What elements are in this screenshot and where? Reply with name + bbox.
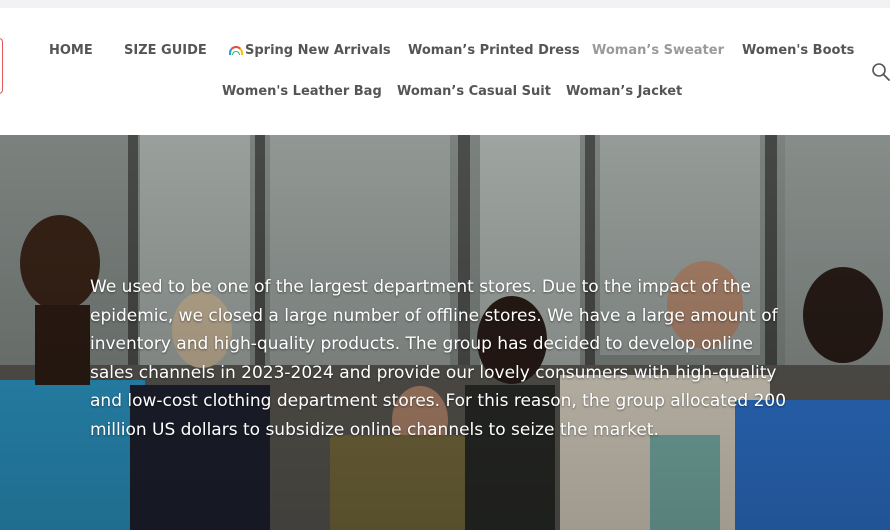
search-icon[interactable] (870, 61, 890, 81)
nav-item-leather-bag[interactable]: Women's Leather Bag (222, 82, 382, 102)
nav-item-home[interactable]: HOME (49, 41, 93, 61)
nav-item-label: Spring New Arrivals (245, 43, 391, 58)
nav-row-primary: HOME SIZE GUIDE Spring New Arrivals Woma… (0, 41, 890, 61)
nav-item-jacket[interactable]: Woman’s Jacket (566, 82, 682, 102)
nav-item-boots[interactable]: Women's Boots (742, 41, 854, 61)
rainbow-emoji-icon (229, 46, 243, 55)
nav-row-secondary: Women's Leather Bag Woman’s Casual Suit … (0, 82, 890, 102)
nav-item-sweater[interactable]: Woman’s Sweater (592, 41, 724, 61)
top-strip (0, 0, 890, 8)
site-header: HOME SIZE GUIDE Spring New Arrivals Woma… (0, 8, 890, 135)
nav-item-size-guide[interactable]: SIZE GUIDE (124, 41, 207, 61)
nav-item-printed-dress[interactable]: Woman’s Printed Dress (408, 41, 580, 61)
hero-description: We used to be one of the largest departm… (90, 277, 787, 440)
nav-item-spring-new-arrivals[interactable]: Spring New Arrivals (229, 41, 391, 61)
nav-item-casual-suit[interactable]: Woman’s Casual Suit (397, 82, 551, 102)
hero-banner: We used to be one of the largest departm… (0, 135, 890, 530)
